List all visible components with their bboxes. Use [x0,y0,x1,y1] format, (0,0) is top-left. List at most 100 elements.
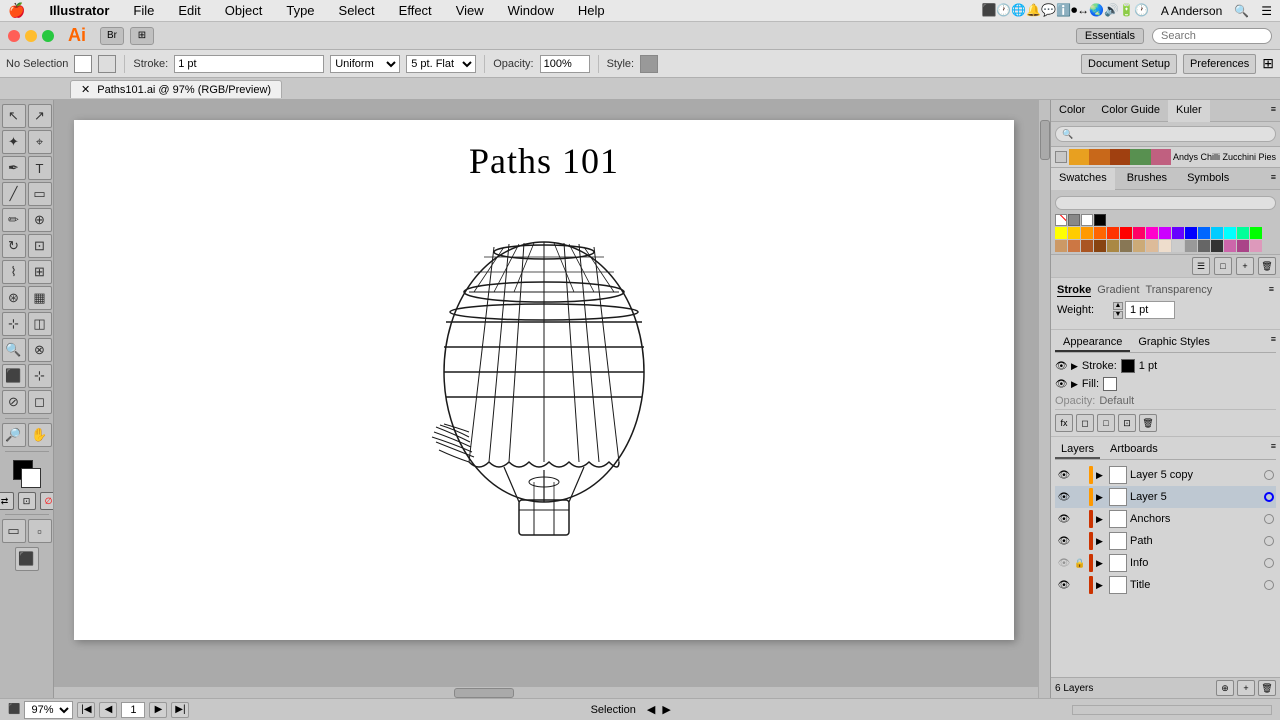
document-setup-button[interactable]: Document Setup [1081,54,1177,74]
blend-tool[interactable]: ⊗ [28,338,52,362]
menu-file[interactable]: File [129,3,158,18]
tab-stroke[interactable]: Stroke [1057,284,1091,297]
swatch-2[interactable] [1081,227,1093,239]
layer-row-info[interactable]: 👁 🔒 ▶ Info [1055,552,1276,574]
gradient-tool[interactable]: ◫ [28,312,52,336]
swatch-17[interactable] [1120,240,1132,252]
status-nav-right[interactable]: ▶ [662,704,670,716]
swatch-pink[interactable] [1151,149,1171,165]
swatch-1[interactable] [1068,227,1080,239]
swatch-14[interactable] [1081,240,1093,252]
eyedropper-tool[interactable]: 🔍 [2,338,26,362]
tab-symbols[interactable]: Symbols [1179,168,1237,189]
info-visibility-icon[interactable]: 👁 [1057,556,1071,570]
registration-swatch[interactable] [1068,214,1080,226]
swatch-red[interactable] [1120,227,1132,239]
tab-transparency[interactable]: Transparency [1145,284,1212,297]
swatch-13[interactable] [1068,240,1080,252]
swatch-21[interactable] [1224,240,1236,252]
delete-item-btn[interactable]: 🗑 [1139,414,1157,432]
swatch-3[interactable] [1094,227,1106,239]
swatch-9[interactable] [1198,227,1210,239]
zoom-select[interactable]: 97% [24,701,73,719]
title-target-circle[interactable] [1264,580,1274,590]
swatch-23[interactable] [1250,240,1262,252]
default-colors-btn[interactable]: ⊡ [18,492,36,510]
swatch-10[interactable] [1211,227,1223,239]
fill-app-swatch[interactable] [1103,377,1117,391]
new-fill-btn[interactable]: ◻ [1076,414,1094,432]
swatch-22[interactable] [1237,240,1249,252]
direct-selection-tool[interactable]: ↗ [28,104,52,128]
path-expand-icon[interactable]: ▶ [1096,536,1106,547]
swatch-11[interactable] [1237,227,1249,239]
stroke-type-select[interactable]: Uniform [330,55,400,73]
layer5-target-circle[interactable] [1264,492,1274,502]
none-swatch[interactable] [1055,214,1067,226]
stroke-app-swatch[interactable] [1121,359,1135,373]
swap-colors-btn[interactable]: ⇄ [0,492,14,510]
stroke-expand-icon[interactable]: ▶ [1071,361,1078,372]
weight-down[interactable]: ▼ [1113,311,1123,319]
layer5-visibility-icon[interactable]: 👁 [1057,490,1071,504]
menu-object[interactable]: Object [221,3,267,18]
anchors-target-circle[interactable] [1264,514,1274,524]
swatch-12[interactable] [1055,240,1067,252]
search-input[interactable] [1152,28,1272,44]
new-layer-btn[interactable]: + [1237,680,1255,696]
stroke-swatch[interactable] [98,55,116,73]
swatch-green[interactable] [1130,149,1150,165]
swatch-cyan[interactable] [1224,227,1236,239]
menu-window[interactable]: Window [504,3,558,18]
tab-swatches[interactable]: Swatches [1051,168,1115,190]
control-more-icon[interactable]: ⊞ [1262,55,1274,72]
swatch-18[interactable] [1133,240,1145,252]
stroke-options-icon[interactable]: ≡ [1269,284,1274,297]
delete-swatch-btn[interactable]: 🗑 [1258,257,1276,275]
last-page-btn[interactable]: ▶| [171,702,189,718]
swatch-4[interactable] [1107,227,1119,239]
appearance-options-icon[interactable]: ≡ [1271,334,1276,352]
info-target-circle[interactable] [1264,558,1274,568]
menu-type[interactable]: Type [282,3,318,18]
layer5-expand-icon[interactable]: ▶ [1096,492,1106,503]
swatch-5[interactable] [1133,227,1145,239]
draw-normal-btn[interactable]: ▭ [2,519,26,543]
layer5copy-lock-icon[interactable] [1074,469,1086,481]
layer-row-path[interactable]: 👁 ▶ Path [1055,530,1276,552]
scale-tool[interactable]: ⊡ [28,234,52,258]
canvas-area[interactable]: Paths 101 [54,100,1050,698]
swatch-gray[interactable] [1185,240,1197,252]
status-nav-left[interactable]: ◀ [647,704,655,716]
layer-row-layer5[interactable]: 👁 ▶ Layer 5 [1055,486,1276,508]
rotate-tool[interactable]: ↻ [2,234,26,258]
horizontal-scrollbar[interactable] [54,686,1038,698]
black-swatch[interactable] [1094,214,1106,226]
eraser-tool[interactable]: ◻ [28,390,52,414]
weight-up[interactable]: ▲ [1113,302,1123,310]
opacity-input[interactable] [540,55,590,73]
bridge-button[interactable]: Br [100,27,124,45]
prev-page-btn[interactable]: ◀ [99,702,117,718]
tab-brushes[interactable]: Brushes [1119,168,1175,189]
anchors-visibility-icon[interactable]: 👁 [1057,512,1071,526]
menu-view[interactable]: View [452,3,488,18]
layer-row-title[interactable]: 👁 ▶ Title [1055,574,1276,596]
swatch-dark-orange[interactable] [1089,149,1109,165]
next-page-btn[interactable]: ▶ [149,702,167,718]
tab-color[interactable]: Color [1051,100,1093,121]
anchors-lock-icon[interactable] [1074,513,1086,525]
swatch-dkgray[interactable] [1198,240,1210,252]
list-icon[interactable]: ☰ [1261,4,1272,18]
layers-options-icon[interactable]: ≡ [1271,441,1276,459]
path-visibility-icon[interactable]: 👁 [1057,534,1071,548]
swatches-search[interactable] [1055,196,1276,210]
swatch-orange[interactable] [1069,149,1089,165]
layer5-lock-icon[interactable] [1074,491,1086,503]
status-scroll[interactable] [1072,705,1272,715]
make-sublayer-btn[interactable]: ⊕ [1216,680,1234,696]
layer5copy-target-circle[interactable] [1264,470,1274,480]
free-transform-tool[interactable]: ⊞ [28,260,52,284]
info-expand-icon[interactable]: ▶ [1096,558,1106,569]
mesh-tool[interactable]: ⊹ [2,312,26,336]
